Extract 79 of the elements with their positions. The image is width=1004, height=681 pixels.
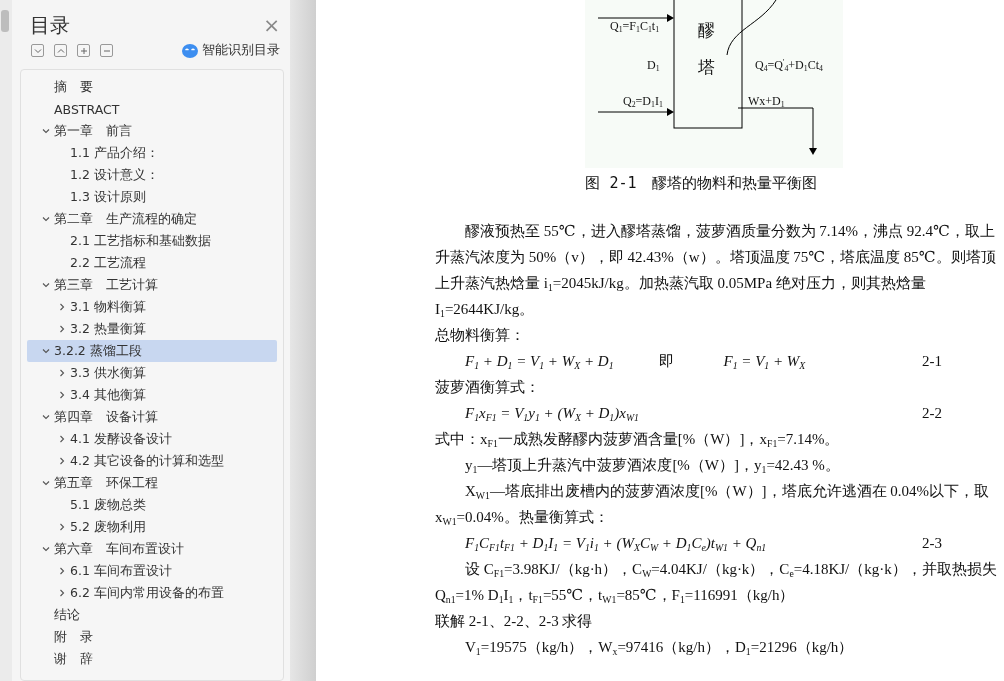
chevron-icon[interactable] bbox=[58, 391, 66, 399]
chevron-up-icon bbox=[55, 46, 66, 56]
diagram-label: Q$_{2}$=D$_{1}$I$_{1}$ bbox=[623, 94, 663, 109]
diagram-label: D$_{1}$ bbox=[647, 58, 660, 73]
diagram-label: Wx+D$_{1}$ bbox=[748, 94, 785, 109]
paragraph: 设 C$_{F1}$=3.98KJ/（kg·h），C$_{W}$=4.04KJ/（kg·k），C$_{e}$=4.18KJ/（kg·k），并取热损失 Q$_{n1}$=1% D$_{1}$I$_{1}$，t$_{F1}$=55℃，t$_{W1}$=85℃，F$_{1}$=116991（kg/h） bbox=[435, 560, 997, 607]
chevron-icon[interactable] bbox=[58, 369, 66, 377]
minus-button[interactable] bbox=[100, 44, 113, 58]
toc-item[interactable]: 谢 辞 bbox=[27, 648, 277, 670]
chevron-icon[interactable] bbox=[42, 479, 50, 487]
toc-item[interactable]: 第六章 车间布置设计 bbox=[27, 538, 277, 560]
equation: F$_{1}$ + D$_{1}$ = V$_{1}$ + W$_{X}$ + D$_{1}$ bbox=[465, 352, 614, 373]
toc-item[interactable]: ABSTRACT bbox=[27, 98, 277, 120]
chevron-icon[interactable] bbox=[58, 523, 66, 531]
plus-icon bbox=[78, 46, 89, 56]
paragraph: y$_{1}$—塔顶上升蒸汽中菠萝酒浓度[%（W）]，y$_{1}$=42.43 %。 bbox=[464, 456, 841, 477]
diagram-label: 塔 bbox=[698, 57, 715, 79]
robot-icon bbox=[182, 44, 198, 58]
paragraph: 式中：x$_{F1}$一成熟发酵醪内菠萝酒含量[%（W）]，x$_{F1}$=7.14%。 bbox=[435, 430, 841, 451]
toc-item[interactable]: 5.1 废物总类 bbox=[27, 494, 277, 516]
chevron-icon[interactable] bbox=[58, 567, 66, 575]
toc-item[interactable]: 第四章 设备计算 bbox=[27, 406, 277, 428]
toc-item[interactable]: 3.2 热量衡算 bbox=[27, 318, 277, 340]
figure-caption: 图 2-1 醪塔的物料和热量平衡图 bbox=[584, 174, 818, 194]
plus-button[interactable] bbox=[77, 44, 90, 58]
sidebar-title: 目录 bbox=[30, 12, 70, 39]
toc-item[interactable]: 4.2 其它设备的计算和选型 bbox=[27, 450, 277, 472]
paragraph: 总物料衡算： bbox=[435, 326, 526, 345]
diagram-label: 醪 bbox=[698, 20, 715, 42]
chevron-icon[interactable] bbox=[42, 347, 50, 355]
diagram-label: Q$_{4}$=Q$^{'}$$_{4}$+D$_{1}$Ct$_{4}$ bbox=[755, 58, 823, 73]
toc-item[interactable]: 第一章 前言 bbox=[27, 120, 277, 142]
toc-item[interactable]: 3.1 物料衡算 bbox=[27, 296, 277, 318]
curve-line bbox=[726, 0, 777, 56]
toc-item[interactable]: 6.1 车间布置设计 bbox=[27, 560, 277, 582]
chevron-icon[interactable] bbox=[58, 457, 66, 465]
equation-number: 2-2 bbox=[922, 404, 942, 423]
toc-item[interactable]: 2.2 工艺流程 bbox=[27, 252, 277, 274]
paragraph: 菠萝酒衡算式： bbox=[435, 378, 541, 397]
chevron-icon[interactable] bbox=[58, 325, 66, 333]
paragraph: 醪液预热至 55℃，进入醪塔蒸馏，菠萝酒质量分数为 7.14%，沸点 92.4℃，取上升蒸汽浓度为 50%（v），即 42.43%（w）。塔顶温度 75℃，塔底温度 85℃。则塔顶上升蒸汽热焓量 i$_{1}$=2045kJ/kg。加热蒸汽取 0.05MPa 绝对压力，则其热焓量 I$_{1}$=2644KJ/kg。 bbox=[435, 222, 997, 321]
collapse-all-button[interactable] bbox=[54, 44, 67, 58]
toc-item[interactable]: 摘 要 bbox=[27, 76, 277, 98]
paragraph: V$_{1}$=19575（kg/h），W$_{x}$=97416（kg/h），D$_{1}$=21296（kg/h） bbox=[464, 638, 855, 659]
chevron-icon[interactable] bbox=[58, 589, 66, 597]
chevron-down-icon bbox=[32, 46, 43, 56]
toc-item[interactable]: 2.1 工艺指标和基础数据 bbox=[27, 230, 277, 252]
toc-item[interactable]: 第三章 工艺计算 bbox=[27, 274, 277, 296]
toc-item[interactable]: 第二章 生产流程的确定 bbox=[27, 208, 277, 230]
chevron-icon[interactable] bbox=[42, 545, 50, 553]
equation: F$_{1}$x$_{F1}$ = V$_{1}$y$_{1}$ + (W$_{X}$ + D$_{1}$)x$_{W1}$ bbox=[465, 404, 639, 425]
smart-toc-button[interactable]: 智能识别目录 bbox=[182, 42, 280, 60]
chevron-icon[interactable] bbox=[42, 281, 50, 289]
equation-number: 2-1 bbox=[922, 352, 942, 371]
equation-number: 2-3 bbox=[922, 534, 942, 553]
toc-item[interactable]: 1.3 设计原则 bbox=[27, 186, 277, 208]
toc-item[interactable]: 第五章 环保工程 bbox=[27, 472, 277, 494]
toc-item[interactable]: 5.2 废物利用 bbox=[27, 516, 277, 538]
conjunction-text: 即 bbox=[658, 352, 674, 371]
scroll-thumb[interactable] bbox=[1, 10, 9, 32]
chevron-icon[interactable] bbox=[58, 303, 66, 311]
toc-item[interactable]: 3.4 其他衡算 bbox=[27, 384, 277, 406]
chevron-icon[interactable] bbox=[42, 215, 50, 223]
diagram-label: Q$_{1}$=F$_{1}$C$_{1}$t$_{1}$ bbox=[610, 19, 660, 34]
paragraph: 联解 2-1、2-2、2-3 求得 bbox=[435, 612, 594, 631]
chevron-icon[interactable] bbox=[42, 127, 50, 135]
toc-item[interactable]: 附 录 bbox=[27, 626, 277, 648]
toc-item[interactable]: 3.3 供水衡算 bbox=[27, 362, 277, 384]
toc-item[interactable]: 4.1 发酵设备设计 bbox=[27, 428, 277, 450]
toc-item[interactable]: 结论 bbox=[27, 604, 277, 626]
equation: F$_{1}$ = V$_{1}$ + W$_{X}$ bbox=[723, 352, 806, 373]
toc-item[interactable]: 1.1 产品介绍： bbox=[27, 142, 277, 164]
toc-item[interactable]: 1.2 设计意义： bbox=[27, 164, 277, 186]
equation: F$_{1}$C$_{F1}$t$_{F1}$ + D$_{1}$I$_{1}$ = V$_{1}$i$_{1}$ + (W$_{X}$C$_{W}$ + D$_{1}$C$_{e}$)t$_{W1}$ + Q$_{n1}$ bbox=[465, 534, 767, 555]
chevron-icon[interactable] bbox=[42, 413, 50, 421]
expand-all-button[interactable] bbox=[31, 44, 44, 58]
chevron-icon[interactable] bbox=[58, 435, 66, 443]
toc-item[interactable]: 3.2.2 蒸馏工段 bbox=[27, 340, 277, 362]
toc-item[interactable]: 6.2 车间内常用设备的布置 bbox=[27, 582, 277, 604]
